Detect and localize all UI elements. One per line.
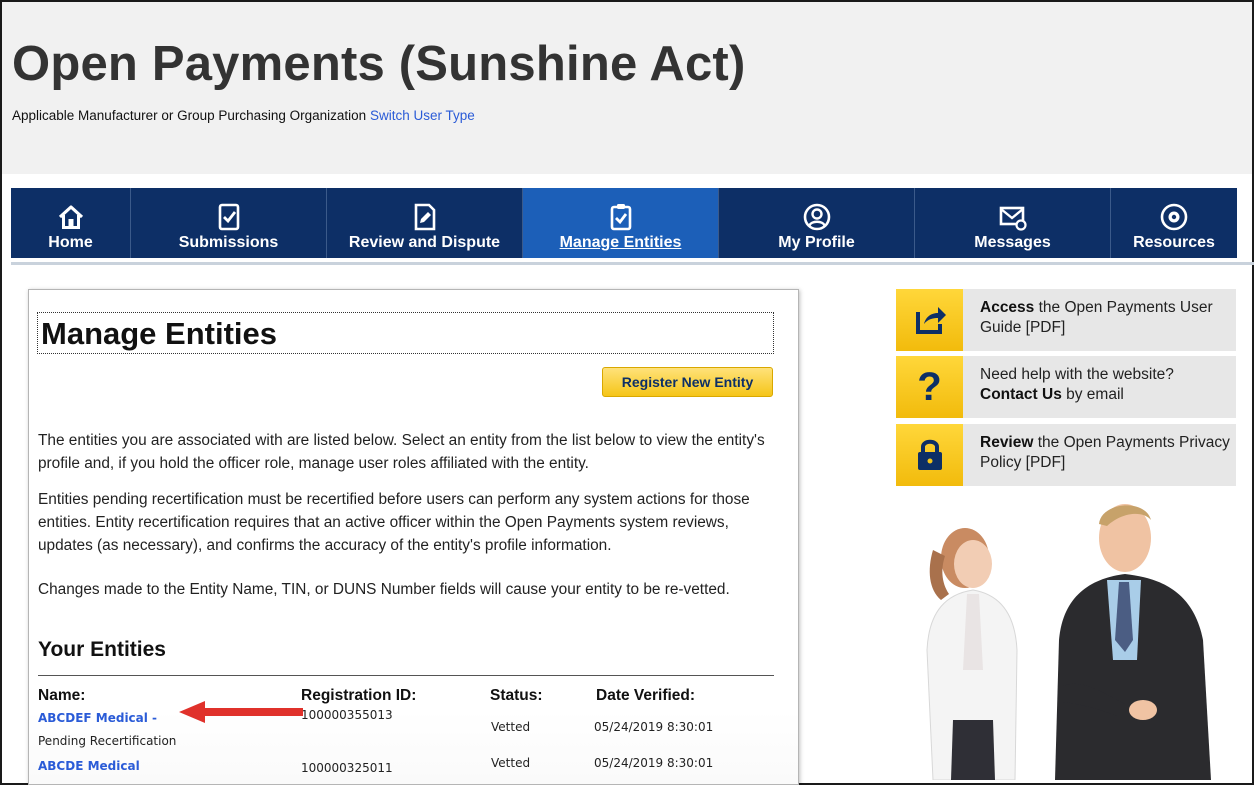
entity-link-abcde-medical[interactable]: ABCDE Medical bbox=[38, 759, 140, 773]
document-edit-icon bbox=[414, 203, 435, 231]
entity-status: Vetted bbox=[491, 756, 531, 770]
nav-divider bbox=[11, 262, 1254, 265]
contact-us-text: Need help with the website? Contact Us b… bbox=[980, 366, 1174, 403]
home-icon bbox=[58, 205, 83, 229]
entities-divider bbox=[38, 675, 774, 676]
envelope-icon bbox=[999, 206, 1027, 231]
question-icon: ? bbox=[896, 356, 963, 418]
nav-submissions[interactable]: Submissions bbox=[131, 188, 327, 258]
switch-user-type-link[interactable]: Switch User Type bbox=[370, 108, 475, 123]
clipboard-check-icon bbox=[610, 204, 631, 231]
nav-label-resources: Resources bbox=[1133, 234, 1215, 251]
page-title-box: Manage Entities bbox=[37, 312, 774, 354]
entity-date-verified: 05/24/2019 8:30:01 bbox=[594, 720, 714, 734]
user-guide-card[interactable]: Access the Open Payments User Guide [PDF… bbox=[896, 289, 1236, 351]
manage-entities-panel: Manage Entities Register New Entity The … bbox=[28, 289, 799, 785]
entity-registration-id: 100000355013 bbox=[301, 708, 393, 722]
revetting-paragraph: Changes made to the Entity Name, TIN, or… bbox=[38, 581, 730, 598]
nav-label-manage-entities: Manage Entities bbox=[559, 234, 682, 251]
user-type-line: Applicable Manufacturer or Group Purchas… bbox=[12, 108, 475, 123]
register-new-entity-button[interactable]: Register New Entity bbox=[602, 367, 773, 397]
nav-messages[interactable]: Messages bbox=[915, 188, 1111, 258]
gear-icon bbox=[1160, 203, 1188, 231]
doctor-and-businessman-image bbox=[926, 504, 1211, 780]
nav-review-and-dispute[interactable]: Review and Dispute bbox=[327, 188, 523, 258]
nav-label-submissions: Submissions bbox=[178, 234, 279, 251]
share-arrow-icon bbox=[896, 289, 963, 351]
nav-label-my-profile: My Profile bbox=[778, 234, 855, 251]
nav-my-profile[interactable]: My Profile bbox=[719, 188, 915, 258]
document-check-icon bbox=[218, 203, 239, 231]
contact-us-card[interactable]: ? Need help with the website? Contact Us… bbox=[896, 356, 1236, 418]
nav-manage-entities[interactable]: Manage Entities bbox=[523, 188, 719, 258]
user-circle-icon bbox=[803, 203, 830, 231]
nav-label-messages: Messages bbox=[974, 234, 1051, 251]
entity-date-verified: 05/24/2019 8:30:01 bbox=[594, 756, 714, 770]
main-nav: Home Submissions Review and Dispute Mana… bbox=[11, 188, 1237, 258]
column-header-name: Name: bbox=[38, 687, 86, 704]
nav-home[interactable]: Home bbox=[11, 188, 131, 258]
nav-label-review: Review and Dispute bbox=[348, 234, 501, 251]
entity-registration-id: 100000325011 bbox=[301, 761, 393, 775]
red-pointer-arrow-icon bbox=[179, 701, 303, 723]
column-header-registration-id: Registration ID: bbox=[301, 687, 417, 704]
entity-note: Pending Recertification bbox=[38, 734, 177, 748]
nav-label-home: Home bbox=[48, 234, 93, 251]
column-header-date-verified: Date Verified: bbox=[596, 687, 696, 704]
privacy-policy-card[interactable]: Review the Open Payments Privacy Policy … bbox=[896, 424, 1236, 486]
user-type-label: Applicable Manufacturer or Group Purchas… bbox=[12, 108, 367, 123]
column-header-status: Status: bbox=[490, 687, 543, 704]
panel-body: Manage Entities Register New Entity The … bbox=[29, 290, 798, 784]
user-guide-text: Access the Open Payments User Guide [PDF… bbox=[980, 299, 1213, 336]
site-header: Open Payments (Sunshine Act) Applicable … bbox=[2, 2, 1252, 174]
nav-resources[interactable]: Resources bbox=[1111, 188, 1237, 258]
header-spacer bbox=[2, 174, 1252, 188]
page-title: Manage Entities bbox=[41, 316, 277, 351]
lock-icon bbox=[896, 424, 963, 486]
privacy-policy-text: Review the Open Payments Privacy Policy … bbox=[980, 434, 1230, 471]
intro-paragraph: The entities you are associated with are… bbox=[38, 432, 765, 472]
entity-link-abcdef-medical[interactable]: ABCDEF Medical - bbox=[38, 711, 157, 725]
recertification-paragraph: Entities pending recertification must be… bbox=[38, 491, 750, 554]
site-title: Open Payments (Sunshine Act) bbox=[12, 37, 746, 91]
your-entities-heading: Your Entities bbox=[38, 638, 166, 661]
entity-status: Vetted bbox=[491, 720, 531, 734]
